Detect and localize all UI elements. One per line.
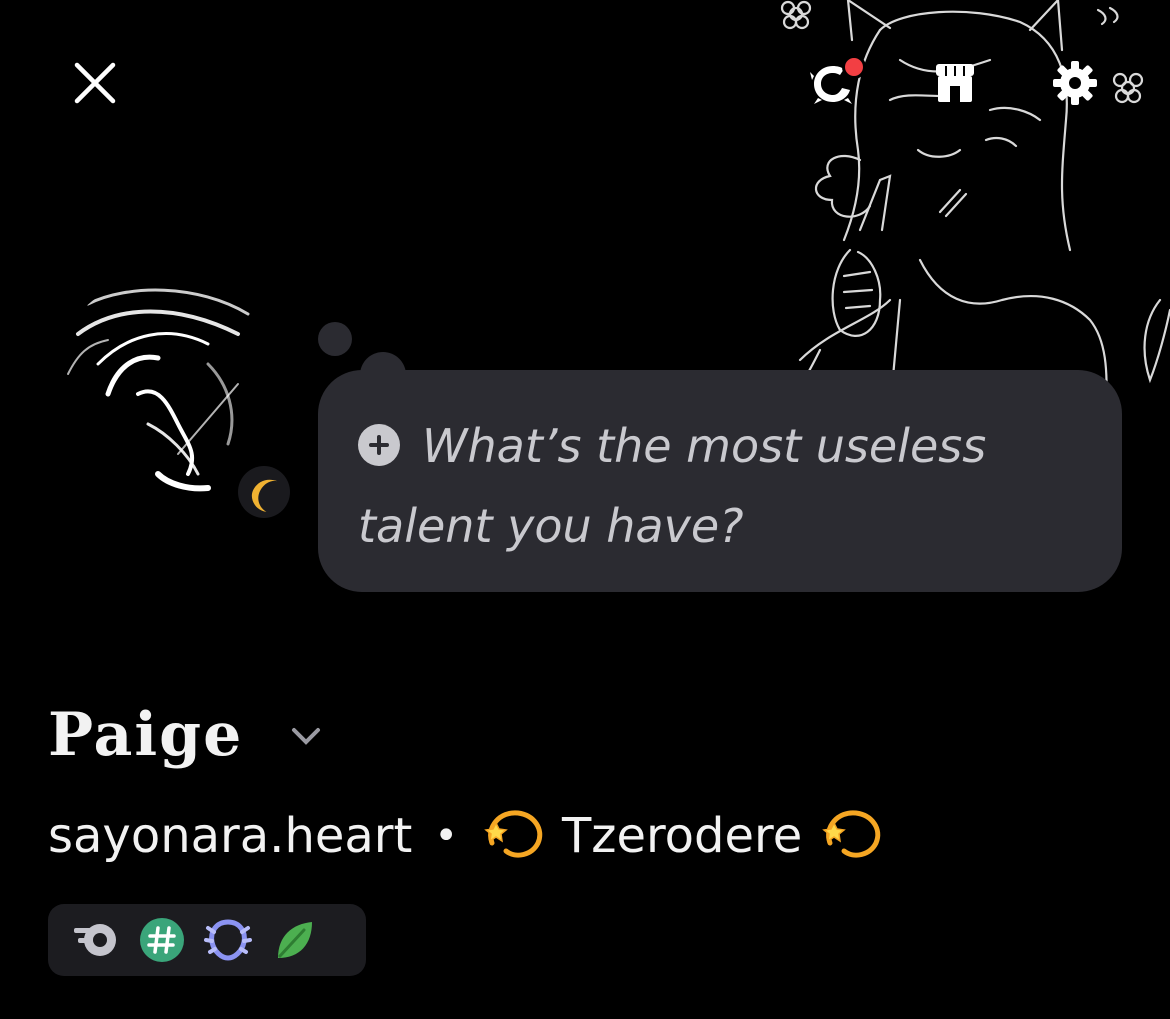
prompt-text: What’s the most useless talent you have?	[358, 419, 987, 553]
chevron-down-icon[interactable]	[286, 718, 326, 752]
username: sayonara.heart	[48, 808, 413, 864]
dizzy-emoji-icon	[484, 810, 543, 858]
laurel-icon	[204, 919, 252, 961]
leaf-badge[interactable]	[268, 914, 320, 966]
hashtag-badge[interactable]	[136, 914, 188, 966]
moon-icon	[251, 479, 278, 512]
custom-status-prompt[interactable]: What’s the most useless talent you have?	[318, 370, 1122, 592]
hypesquad-badge[interactable]	[70, 914, 122, 966]
shop-button[interactable]	[922, 50, 988, 116]
gear-icon	[1053, 61, 1097, 105]
profile-screen: What’s the most useless talent you have?…	[0, 0, 1170, 1019]
bubble-dot-small	[318, 322, 352, 356]
settings-button[interactable]	[1042, 50, 1108, 116]
hypesquad-icon	[74, 924, 116, 956]
status-indicator	[228, 456, 300, 528]
shop-icon	[936, 64, 974, 102]
nitro-laurel-badge[interactable]	[202, 914, 254, 966]
leaf-icon	[278, 922, 312, 958]
close-button[interactable]	[62, 50, 128, 116]
hashtag-icon	[140, 918, 184, 962]
plus-icon	[358, 423, 400, 466]
pronouns: Tzerodere	[561, 808, 803, 864]
display-name: Paige	[48, 700, 244, 770]
notification-dot	[842, 55, 866, 79]
prompt-text-wrapper: What’s the most useless talent you have?	[358, 406, 1082, 566]
close-icon	[74, 62, 116, 104]
dizzy-emoji-icon	[822, 810, 881, 858]
separator: •	[434, 813, 458, 859]
badge-row	[48, 904, 366, 976]
username-row: sayonara.heart • Tzerodere	[48, 800, 900, 872]
